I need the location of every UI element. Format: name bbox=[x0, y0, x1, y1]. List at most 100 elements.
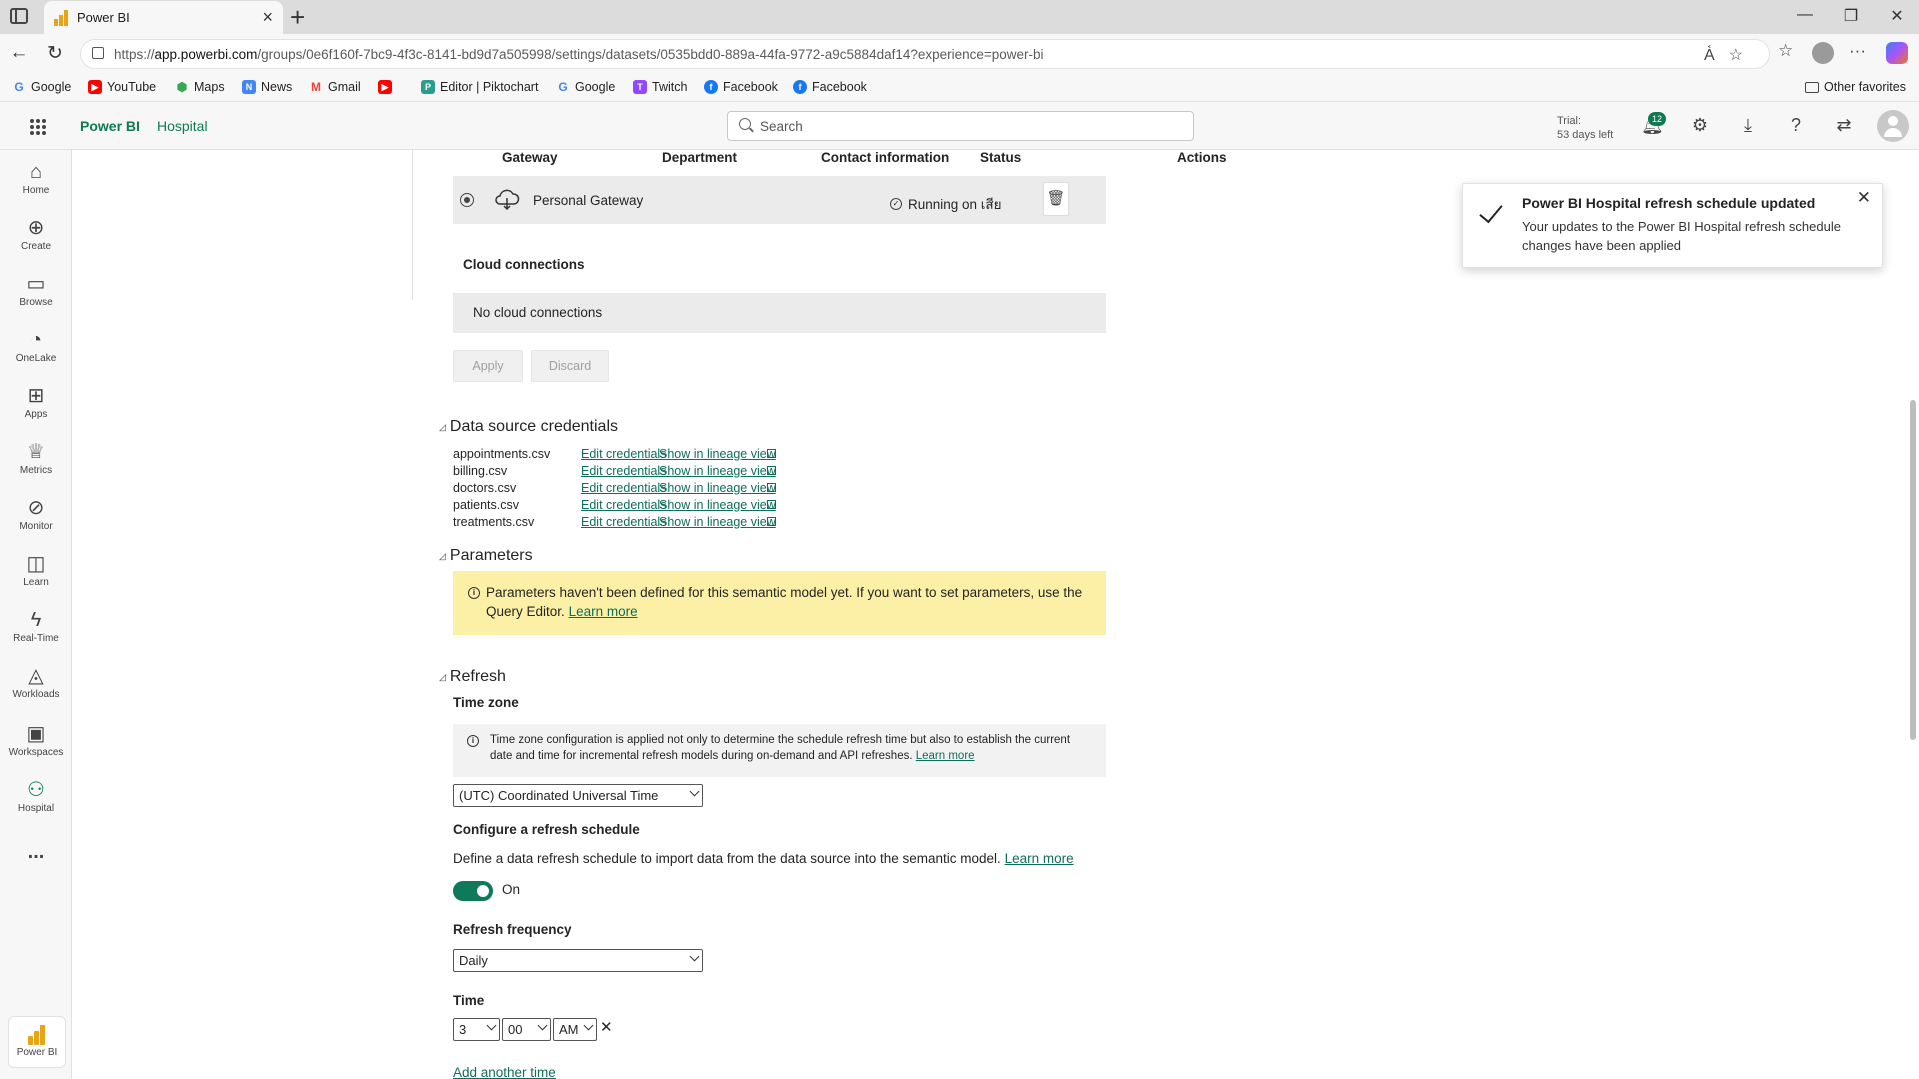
nav-workspaces[interactable]: ▣ Workspaces bbox=[0, 722, 72, 758]
lineage-link[interactable]: Show in lineage view bbox=[659, 481, 776, 495]
divider bbox=[412, 150, 413, 300]
site-info-icon[interactable] bbox=[92, 47, 104, 59]
read-aloud-icon[interactable]: A᷾ bbox=[1704, 47, 1729, 64]
learn-more-link[interactable]: Learn more bbox=[916, 750, 975, 762]
avatar[interactable] bbox=[1877, 110, 1909, 142]
hour-select[interactable]: 3 bbox=[453, 1018, 500, 1041]
parameters-warning: i Parameters haven't been defined for th… bbox=[453, 571, 1106, 635]
restore-icon[interactable]: ❐ bbox=[1841, 6, 1861, 26]
column-header-department: Department bbox=[662, 150, 738, 165]
settings-more-icon[interactable]: ··· bbox=[1849, 41, 1866, 61]
other-favorites[interactable]: Other favorites bbox=[1805, 80, 1906, 94]
trash-icon: 🗑︎ bbox=[1046, 190, 1066, 207]
nav-powerbi[interactable]: Power BI bbox=[8, 1016, 66, 1068]
frequency-select[interactable]: Daily bbox=[453, 949, 703, 972]
browser-profile-icon[interactable] bbox=[1812, 42, 1834, 64]
lineage-link[interactable]: Show in lineage view bbox=[659, 447, 776, 461]
minute-select[interactable]: 00 bbox=[502, 1018, 551, 1041]
toast-title: Power BI Hospital refresh schedule updat… bbox=[1522, 195, 1816, 211]
nav-learn[interactable]: ◫ Learn bbox=[0, 552, 72, 588]
discard-button[interactable]: Discard bbox=[531, 350, 609, 382]
edit-credentials-link[interactable]: Edit credentials bbox=[581, 447, 666, 461]
section-parameters[interactable]: ◿ Parameters bbox=[439, 547, 533, 565]
breadcrumb-workspace[interactable]: Hospital bbox=[157, 118, 208, 134]
table-row: Personal Gateway ✓ Running on เสีย 🗑︎ bbox=[453, 176, 1106, 224]
info-icon: i bbox=[467, 735, 479, 747]
more-icon: ... bbox=[27, 841, 45, 863]
lineage-link[interactable]: Show in lineage view bbox=[659, 498, 776, 512]
edit-credentials-link[interactable]: Edit credentials bbox=[581, 464, 666, 478]
fav-news[interactable]: N News bbox=[242, 80, 292, 94]
fav-gmail[interactable]: M Gmail bbox=[309, 80, 361, 94]
nav-apps[interactable]: ⊞ Apps bbox=[0, 384, 72, 420]
learn-more-link[interactable]: Learn more bbox=[569, 604, 638, 619]
url-field[interactable]: https://app.powerbi.com/groups/0e6f160f-… bbox=[80, 39, 1770, 69]
app-name[interactable]: Power BI bbox=[80, 118, 140, 134]
delete-gateway-button[interactable]: 🗑︎ bbox=[1043, 182, 1069, 216]
powerbi-header: Power BI Hospital Search Trial: 53 days … bbox=[0, 102, 1919, 150]
fav-twitch[interactable]: T Twitch bbox=[633, 80, 687, 94]
status-check-icon: ✓ bbox=[890, 198, 902, 210]
browser-tab[interactable]: Power BI × bbox=[44, 1, 283, 34]
nav-create[interactable]: ⊕ Create bbox=[0, 216, 72, 252]
download-icon[interactable]: ⤓ bbox=[1737, 115, 1759, 136]
fav-piktochart[interactable]: P Editor | Piktochart bbox=[421, 80, 538, 94]
fav-youtube-2[interactable]: ▶ bbox=[378, 80, 397, 94]
remove-time-icon[interactable]: ✕ bbox=[600, 1018, 613, 1036]
nav-workloads[interactable]: ◬ Workloads bbox=[0, 664, 72, 700]
schedule-toggle[interactable] bbox=[453, 881, 493, 901]
nav-metrics[interactable]: ♕ Metrics bbox=[0, 440, 72, 476]
url-actions: A᷾☆ bbox=[1704, 45, 1757, 65]
fav-google[interactable]: G Google bbox=[12, 80, 71, 94]
app-launcher-icon[interactable] bbox=[30, 119, 46, 135]
fav-youtube[interactable]: ▶ YouTube bbox=[88, 80, 156, 94]
tab-actions-icon[interactable] bbox=[10, 8, 28, 24]
section-credentials[interactable]: ◿ Data source credentials bbox=[439, 418, 618, 436]
edit-credentials-link[interactable]: Edit credentials bbox=[581, 498, 666, 512]
close-icon[interactable]: ✕ bbox=[1857, 188, 1871, 208]
back-icon[interactable]: ← bbox=[8, 42, 30, 64]
lineage-link[interactable]: Show in lineage view bbox=[659, 515, 776, 529]
nav-realtime[interactable]: ϟ Real-Time bbox=[0, 608, 72, 644]
help-icon[interactable]: ? bbox=[1785, 115, 1807, 136]
nav-onelake[interactable]: ◔ OneLake bbox=[0, 328, 72, 364]
refresh-icon[interactable]: ↻ bbox=[44, 42, 66, 65]
workspaces-icon: ▣ bbox=[26, 723, 46, 745]
new-tab-icon[interactable]: + bbox=[290, 2, 305, 33]
fav-google-2[interactable]: G Google bbox=[556, 80, 615, 94]
gateway-status: ✓ Running on เสีย bbox=[890, 193, 1002, 215]
nav-more[interactable]: ... bbox=[0, 840, 72, 864]
cloud-gateway-icon bbox=[495, 189, 520, 211]
timezone-select[interactable]: (UTC) Coordinated Universal Time bbox=[453, 784, 703, 807]
favorites-icon[interactable]: ☆ bbox=[1778, 41, 1793, 61]
add-another-time-link[interactable]: Add another time bbox=[453, 1065, 556, 1079]
favorite-star-icon[interactable]: ☆ bbox=[1729, 47, 1757, 64]
gateway-radio[interactable] bbox=[460, 193, 474, 207]
folder-icon: ▭ bbox=[26, 273, 46, 295]
section-refresh[interactable]: ◿ Refresh bbox=[439, 668, 506, 686]
scrollbar[interactable] bbox=[1910, 400, 1916, 740]
nav-hospital[interactable]: ⚇ Hospital bbox=[0, 778, 72, 814]
minimize-icon[interactable]: — bbox=[1795, 6, 1815, 24]
search-input[interactable]: Search bbox=[727, 111, 1194, 141]
configure-schedule-description: Define a data refresh schedule to import… bbox=[453, 851, 1074, 866]
fav-facebook[interactable]: f Facebook bbox=[704, 80, 778, 94]
external-link-icon bbox=[767, 517, 776, 526]
lineage-link[interactable]: Show in lineage view bbox=[659, 464, 776, 478]
fav-facebook-2[interactable]: f Facebook bbox=[793, 80, 867, 94]
learn-more-link[interactable]: Learn more bbox=[1005, 851, 1074, 866]
nav-home[interactable]: ⌂ Home bbox=[0, 160, 72, 196]
apply-button[interactable]: Apply bbox=[453, 350, 523, 382]
settings-gear-icon[interactable]: ⚙ bbox=[1689, 115, 1711, 136]
edit-credentials-link[interactable]: Edit credentials bbox=[581, 515, 666, 529]
copilot-icon[interactable] bbox=[1886, 42, 1908, 64]
fav-maps[interactable]: ⬢ Maps bbox=[175, 80, 225, 94]
ampm-select[interactable]: AM bbox=[553, 1018, 597, 1041]
tab-close-icon[interactable]: × bbox=[262, 7, 273, 28]
nav-browse[interactable]: ▭ Browse bbox=[0, 272, 72, 308]
cloud-connections-box: No cloud connections bbox=[453, 293, 1106, 333]
nav-monitor[interactable]: ⊘ Monitor bbox=[0, 496, 72, 532]
window-close-icon[interactable]: ✕ bbox=[1887, 6, 1907, 26]
edit-credentials-link[interactable]: Edit credentials bbox=[581, 481, 666, 495]
share-feedback-icon[interactable]: ⇄ bbox=[1833, 115, 1855, 136]
